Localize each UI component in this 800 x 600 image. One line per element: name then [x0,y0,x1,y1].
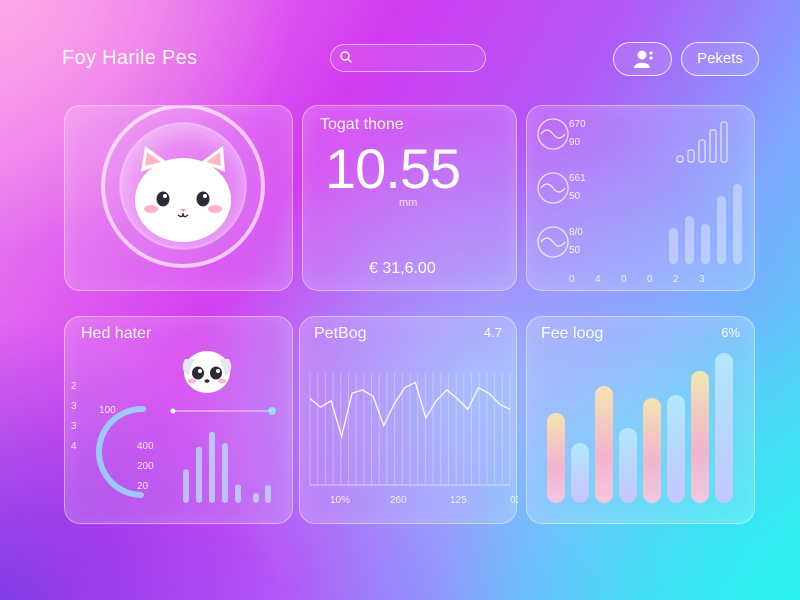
fee-bar [595,386,613,503]
metrics-card: 670 90 661 50 8/0 50 0 4 0 0 2 3 [526,105,755,291]
metric-wave [540,237,566,247]
petbog-x-label: 125 [450,495,467,506]
metric-top-label: 670 [569,119,586,130]
slider-knob [170,408,176,414]
metric-top-label: 661 [569,173,586,184]
hed-bar [183,469,189,503]
metric-wave [540,183,566,193]
fee-loog-card: Fee loog 6% [526,316,755,524]
hed-bar [196,446,202,503]
metric-x-label: 2 [673,274,679,285]
search-input[interactable] [357,48,481,68]
tall-bar [685,216,694,264]
slider-end [268,407,276,415]
hed-small-bar [265,485,271,503]
metric-x-label: 0 [647,274,653,285]
petbog-x-label: 03c [510,495,518,506]
fee-bar [547,413,565,503]
metric-x-label: 3 [699,274,705,285]
metric-bottom-label: 50 [569,191,581,202]
left-tick: 4 [71,441,77,452]
tall-bar [669,228,678,264]
hed-bar [235,484,241,503]
petbog-x-label: 10% [330,495,350,506]
fee-bar [619,428,637,503]
stat-title: Togat thone [320,116,404,133]
metric-bottom-label: 50 [569,245,581,256]
petbog-card: PetBog 4.7 10%26012503c [299,316,518,524]
metric-bottom-label: 90 [569,137,581,148]
hed-bar [209,431,215,503]
stat-card: Togat thone 10.55 mm € 31,6.00 [302,105,517,291]
left-tick: 3 [71,401,77,412]
metrics-chart: 670 90 661 50 8/0 50 0 4 0 0 2 3 [537,118,742,285]
gauge-value: 400 [137,441,154,452]
mini-bar [676,155,684,163]
metric-x-label: 0 [569,274,575,285]
search-box[interactable] [330,44,486,72]
fee-bar [715,353,733,503]
hed-chart: 2 3 3 4 100 400 200 20 [71,381,276,503]
pet-avatar-card [64,104,293,291]
metric-x-label: 0 [621,274,627,285]
pekets-button[interactable]: Pekets [681,42,759,76]
fee-bar [667,395,685,503]
cat-avatar [101,104,265,268]
tall-bar [733,184,742,264]
petbog-chart: 10% 260 125 03c [309,373,518,506]
mini-bar [687,149,695,163]
gauge-top-label: 100 [99,405,116,416]
mini-bar [698,139,706,163]
fee-bar [571,443,589,503]
app-title: Foy Harile Pes [62,47,198,69]
stat-amount: € 31,6.00 [369,260,436,277]
user-icon [634,50,653,68]
tall-bar [701,224,710,264]
mini-bar [720,121,728,163]
metric-wave [540,129,566,139]
gauge-value: 20 [137,481,149,492]
left-tick: 2 [71,381,77,392]
metric-x-label: 4 [595,274,601,285]
left-tick: 3 [71,421,77,432]
hed-hater-card: Hed hater 2 3 3 4 100 400 200 20 [64,316,293,524]
petbog-x-label: 260 [390,495,407,506]
hed-small-bar [253,493,259,503]
fee-bar [691,371,709,503]
fee-bar [643,398,661,503]
tall-bar [717,196,726,264]
gauge-value: 200 [137,461,154,472]
user-button[interactable] [613,42,672,76]
stat-value: 10.55 [325,137,461,200]
hed-bar [222,443,228,503]
fee-loog-chart [547,353,733,503]
metric-top-label: 8/0 [569,227,583,238]
search-icon [340,51,352,63]
stat-unit: mm [399,197,418,209]
mini-bar [709,129,717,163]
